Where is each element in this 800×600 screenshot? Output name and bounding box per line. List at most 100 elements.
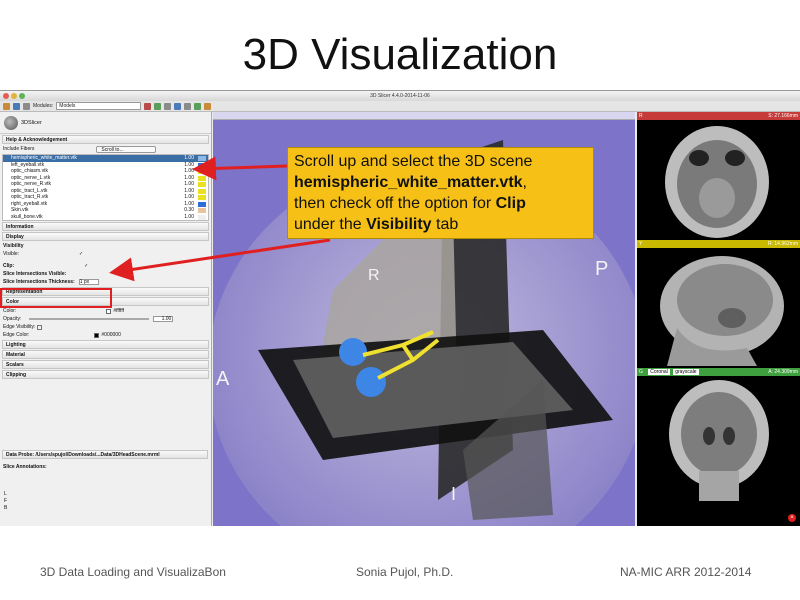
model-color-swatch[interactable] (198, 162, 206, 168)
model-color-swatch[interactable] (198, 208, 206, 213)
model-color-swatch[interactable] (198, 188, 206, 194)
visible-checkbox[interactable]: ✓ (79, 250, 83, 258)
green-slice-readout: A: 24.309mm (768, 369, 798, 375)
module-panel: 3DSlicer Help & Acknowledgement Include … (0, 112, 212, 526)
yellow-slice-readout: R: 14.962mm (767, 241, 798, 247)
model-color-swatch[interactable] (198, 182, 206, 187)
information-section[interactable]: Information (2, 222, 209, 231)
green-slice-bar[interactable]: G Coronal grayscale A: 24.309mm (637, 368, 800, 376)
model-color-swatch[interactable] (198, 169, 206, 174)
red-slice-bar[interactable]: R S: 27.166mm (637, 112, 800, 120)
callout-line2: hemispheric_white_matter.vtk, (294, 172, 587, 193)
callout-line4-text: under the (294, 216, 367, 233)
model-color-swatch[interactable] (198, 175, 206, 181)
slice-thickness-spinbox[interactable]: 1 px (78, 279, 99, 285)
sagittal-mri-image (660, 256, 784, 366)
python-icon[interactable] (194, 102, 202, 110)
opacity-slider[interactable] (29, 318, 150, 320)
callout-visibility: Visibility (366, 216, 432, 233)
load-data-icon[interactable] (3, 102, 10, 110)
slice-intersections-visible-label: Slice Intersections Visible: (3, 271, 67, 277)
color-swatch[interactable] (106, 308, 112, 314)
minimize-window-button[interactable] (11, 93, 17, 99)
callout-comma: , (522, 174, 527, 191)
footer-center: Sonia Pujol, Ph.D. (356, 565, 454, 579)
footer-left: 3D Data Loading and VisualizaBon (40, 565, 226, 579)
clip-highlight-box (0, 288, 112, 308)
module-select[interactable]: Models (56, 102, 142, 110)
callout-filename: hemispheric_white_matter.vtk (294, 174, 523, 191)
display-section[interactable]: Display (2, 232, 209, 241)
visibility-tab[interactable]: Visibility (0, 242, 211, 250)
close-window-button[interactable] (3, 93, 9, 99)
slicer-logo-text: 3DSlicer (21, 119, 42, 126)
include-fibers-label[interactable]: Include Fibers (3, 145, 34, 153)
model-name: hemispheric_white_matter.vtk (11, 155, 77, 161)
yellow-slice-bar[interactable]: Y R: 14.962mm (637, 240, 800, 248)
3d-view-controller-bar[interactable] (213, 112, 635, 120)
opacity-spinbox[interactable]: 1.00 (153, 316, 174, 322)
right-eyeball-model (356, 367, 386, 397)
zoom-window-button[interactable] (19, 93, 25, 99)
error-log-icon[interactable]: × (788, 514, 796, 522)
green-slice-orientation[interactable]: Coronal (648, 369, 670, 375)
slicer-logo-row: 3DSlicer (0, 112, 211, 134)
orientation-label-p: P (595, 258, 608, 280)
data-probe-section[interactable]: Data Probe: /Users/spujol/Downloads/...D… (2, 450, 208, 459)
mouse-mode-icon[interactable] (164, 102, 172, 110)
scroll-to-button[interactable]: Scroll to... (96, 145, 157, 153)
edge-visibility-checkbox[interactable] (37, 324, 43, 330)
model-name: optic_tract_L.vtk (11, 187, 48, 194)
model-row[interactable]: skull_bone.vtk 1.00 (3, 214, 208, 221)
footer-right: NA-MIC ARR 2012-2014 (620, 565, 752, 579)
model-opacity: 1.00 (184, 213, 194, 220)
slice-views: R S: 27.166mm Y R: 14.962mm G Coronal gr… (637, 112, 800, 526)
yellow-slice-view[interactable] (637, 248, 800, 368)
model-name: optic_nerve_R.vtk (11, 181, 52, 187)
slicer-logo-icon (4, 115, 18, 130)
clipping-section[interactable]: Clipping (2, 370, 209, 379)
green-slice-volume[interactable]: grayscale (673, 369, 699, 375)
callout-line4-tail: tab (431, 216, 459, 233)
lighting-section[interactable]: Lighting (2, 340, 209, 349)
save-icon[interactable] (13, 102, 20, 110)
slide-title: 3D Visualization (242, 30, 558, 79)
probe-letters: L F B (0, 491, 210, 512)
green-slice-view[interactable] (637, 376, 800, 505)
window-controls (3, 93, 25, 99)
clip-label: Clip: (3, 263, 15, 269)
model-color-swatch[interactable] (198, 195, 206, 200)
model-name: optic_nerve_L.vtk (11, 174, 51, 181)
model-name: skull_bone.vtk (11, 213, 43, 220)
crosshair-icon[interactable] (184, 102, 192, 110)
red-slice-readout: S: 27.166mm (768, 113, 798, 119)
help-section[interactable]: Help & Acknowledgement (2, 135, 209, 144)
scalars-section[interactable]: Scalars (2, 360, 209, 369)
callout-line4: under the Visibility tab (294, 214, 587, 235)
model-color-swatch[interactable] (198, 214, 206, 220)
clip-checkbox[interactable]: ✓ (84, 262, 88, 270)
main-toolbar: Modules: Models (0, 101, 800, 112)
layout-icon[interactable] (174, 102, 182, 110)
slice-thickness-label: Slice Intersections Thickness: (3, 279, 75, 285)
clip-row: Clip: ✓ (0, 262, 211, 270)
model-color-swatch[interactable] (198, 201, 206, 207)
red-slice-view[interactable] (637, 120, 800, 240)
edge-visibility-label: Edge Visibility: (3, 324, 36, 330)
module-list-icon[interactable] (23, 102, 30, 110)
model-color-swatch[interactable] (198, 156, 206, 161)
visibility-tab-label: Visibility (3, 243, 24, 249)
models-tree: hemispheric_white_matter.vtk 1.00 left_eye… (2, 154, 209, 221)
material-section[interactable]: Material (2, 350, 209, 359)
coronal-mri-image (669, 380, 769, 501)
slice-intersections-visible-row: Slice Intersections Visible: (0, 270, 211, 278)
edge-color-swatch[interactable] (94, 332, 100, 338)
orientation-label-r: R (368, 267, 380, 284)
callout-line1: Scroll up and select the 3D scene (294, 153, 533, 170)
yellow-slice-letter: Y (639, 241, 643, 247)
extensions-icon[interactable] (204, 102, 212, 110)
back-arrow-icon[interactable] (144, 102, 152, 110)
model-name: optic_chiasm.vtk (11, 168, 48, 174)
forward-arrow-icon[interactable] (154, 102, 162, 110)
probe-letter: F (4, 498, 8, 504)
